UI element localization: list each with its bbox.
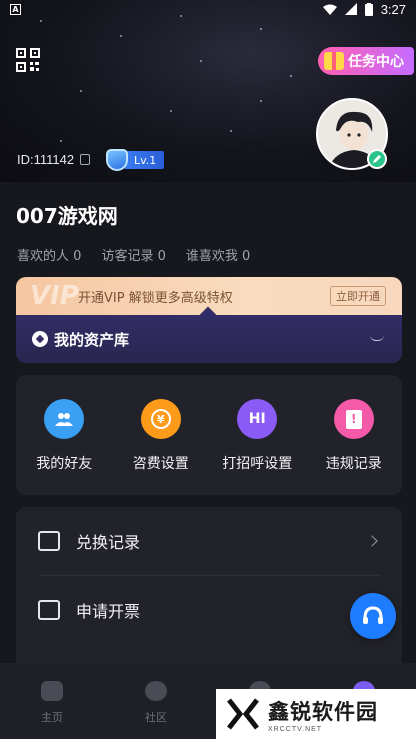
quick-action-friends[interactable]: 我的好友 <box>19 399 109 495</box>
stats-row: 喜欢的人 0 访客记录 0 谁喜欢我 0 <box>17 245 250 264</box>
tab-home[interactable]: 主页 <box>0 663 104 739</box>
asset-library[interactable]: 我的资产库 <box>16 306 402 363</box>
pencil-icon <box>373 155 381 163</box>
greeting-icon: HI <box>237 399 278 439</box>
vip-promo-text: 开通VIP 解锁更多高级特权 <box>78 290 233 306</box>
task-center-label: 任务中心 <box>348 54 404 70</box>
customer-support-button[interactable] <box>350 593 396 639</box>
gift-box-icon <box>38 531 60 551</box>
tab-community[interactable]: 社区 <box>104 663 208 739</box>
diamond-icon <box>32 331 48 347</box>
asset-library-title: 我的资产库 <box>54 330 130 349</box>
chevron-right-icon <box>366 535 378 547</box>
watermark-logo-icon <box>227 698 259 730</box>
vip-card: VIP 开通VIP 解锁更多高级特权 立即开通 我的资产库 <box>16 277 402 363</box>
edit-avatar-button[interactable] <box>367 149 387 169</box>
fee-icon: ¥ <box>140 399 181 439</box>
clock: 3:27 <box>380 1 406 17</box>
gift-icon <box>324 52 344 70</box>
ticket-icon <box>38 599 60 620</box>
level-badge[interactable]: Lv.1 <box>106 149 165 171</box>
copy-icon[interactable] <box>80 154 91 165</box>
quick-action-greeting[interactable]: HI 打招呼设置 <box>212 399 302 495</box>
battery-icon <box>364 2 373 16</box>
task-center-button[interactable]: 任务中心 <box>318 47 414 75</box>
quick-action-fee[interactable]: ¥ 咨费设置 <box>116 399 206 495</box>
watermark-subtitle: XRCCTV.NET <box>268 725 323 733</box>
watermark-title: 鑫锐软件园 <box>268 699 378 724</box>
menu-list: 兑换记录 申请开票 <box>16 507 402 687</box>
quick-action-violations[interactable]: ! 违规记录 <box>309 399 399 495</box>
hide-eye-icon[interactable] <box>370 335 384 341</box>
site-watermark: 鑫锐软件园 XRCCTV.NET <box>216 689 416 739</box>
vip-open-button[interactable]: 立即开通 <box>330 286 386 306</box>
stat-liked[interactable]: 喜欢的人 0 <box>17 245 81 264</box>
vip-mark: VIP <box>30 281 79 311</box>
level-label: Lv.1 <box>124 151 165 169</box>
profile-name: 007游戏网 <box>16 204 118 228</box>
status-bar: A 3:27 <box>0 0 416 18</box>
qr-code-icon[interactable] <box>16 48 40 72</box>
menu-item-invoice[interactable]: 申请开票 <box>38 575 380 643</box>
home-icon <box>41 681 63 701</box>
signal-icon <box>344 3 357 15</box>
planet-icon <box>145 681 167 701</box>
stat-liked-me[interactable]: 谁喜欢我 0 <box>186 245 250 264</box>
quick-actions: 我的好友 ¥ 咨费设置 HI 打招呼设置 ! 违规记录 <box>16 375 402 495</box>
violation-icon: ! <box>333 399 374 439</box>
user-id: ID:111142 <box>17 152 91 167</box>
user-id-text: ID:111142 <box>17 152 75 167</box>
headset-icon <box>363 606 383 624</box>
level-shield-icon <box>106 149 128 171</box>
friends-icon <box>44 399 85 439</box>
menu-item-exchange-records[interactable]: 兑换记录 <box>16 507 402 575</box>
stat-visitors[interactable]: 访客记录 0 <box>101 245 165 264</box>
notification-a-icon: A <box>10 3 21 15</box>
wifi-icon <box>322 4 337 15</box>
